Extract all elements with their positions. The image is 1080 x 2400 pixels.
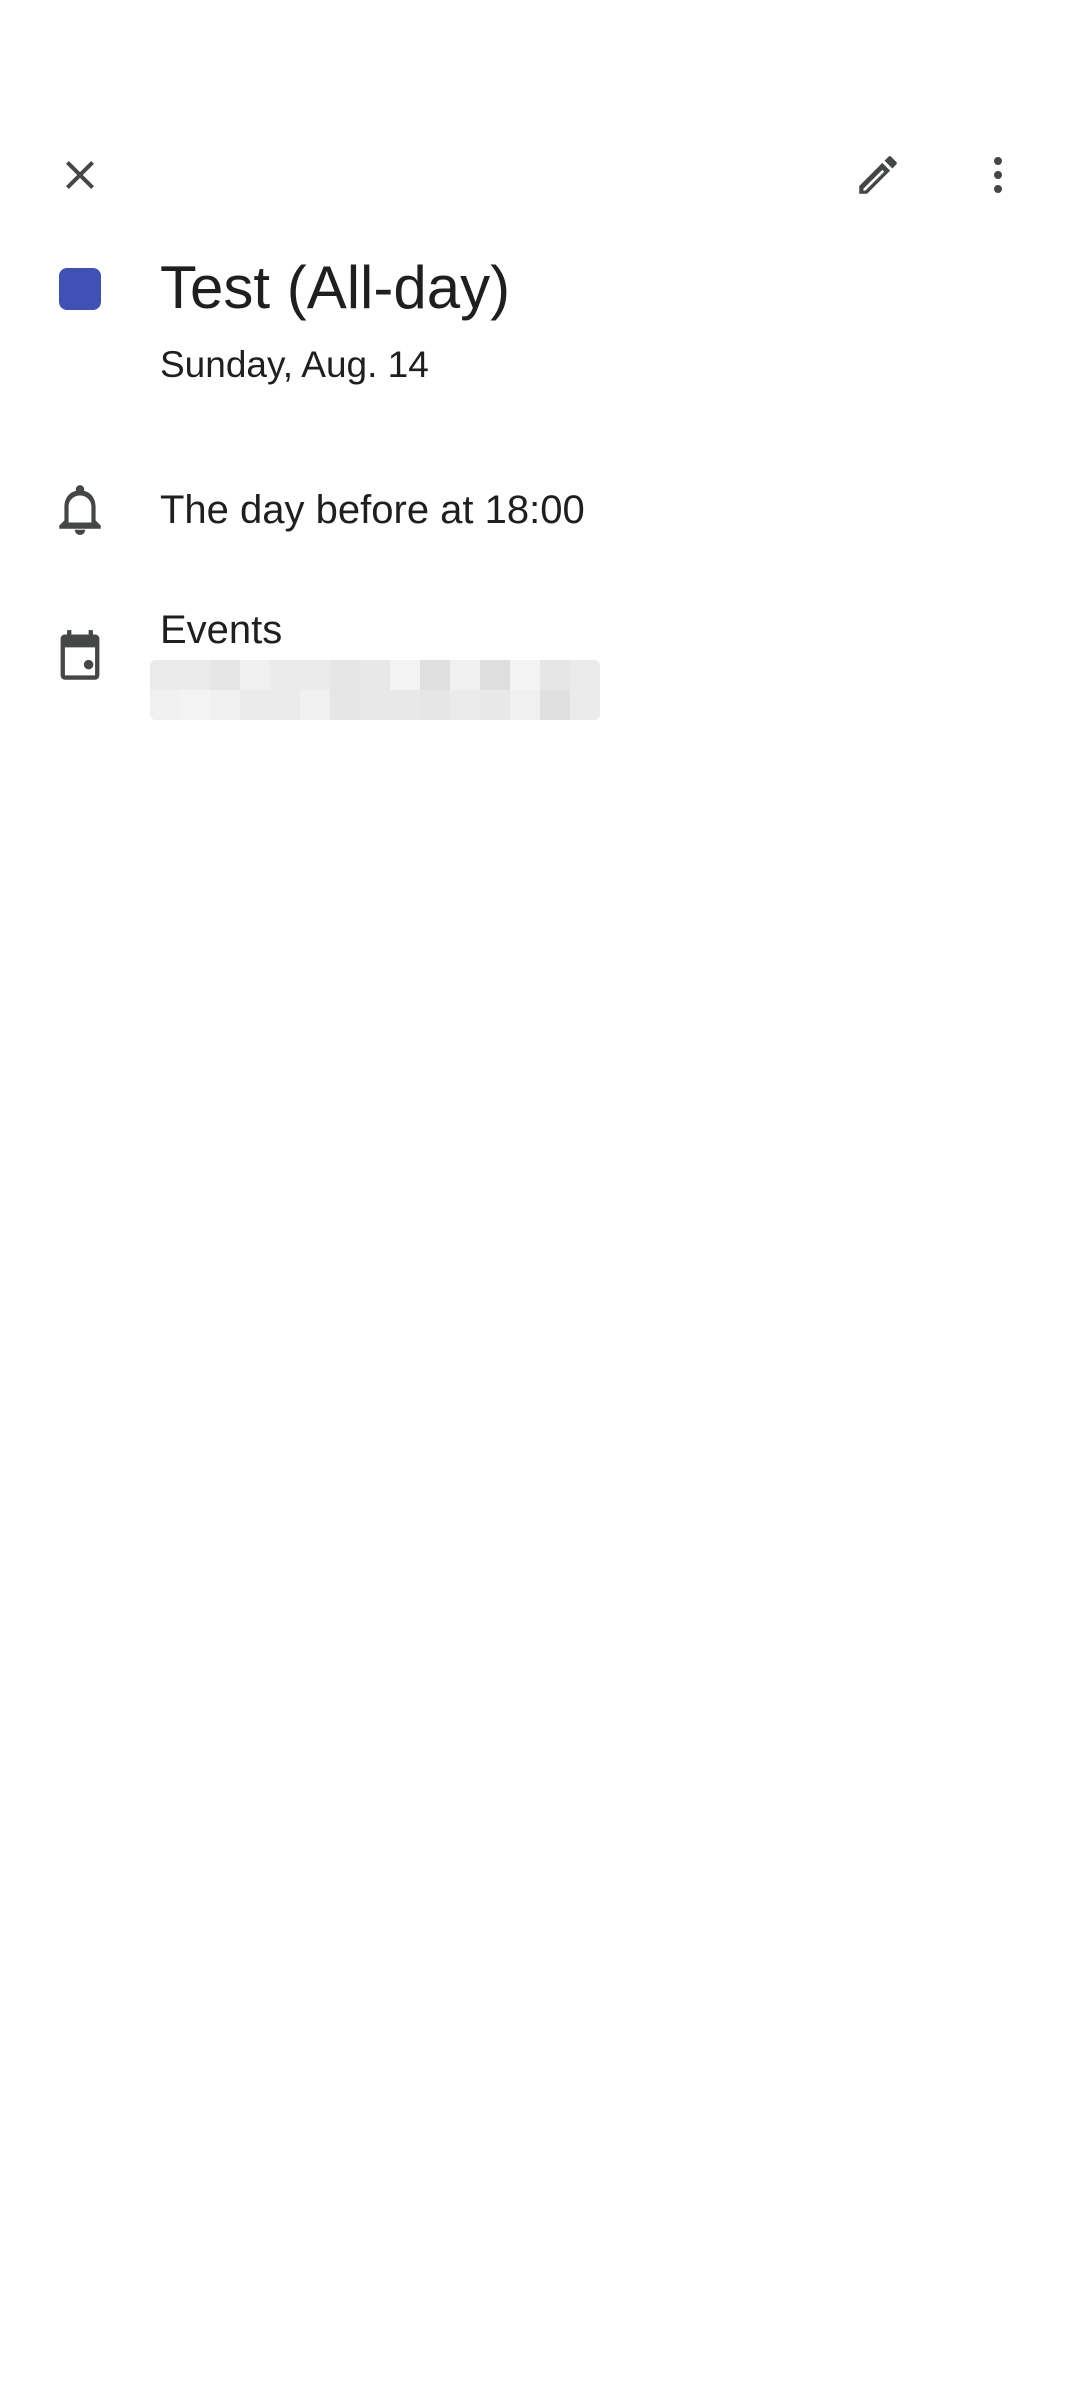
- redaction-pixel: [570, 690, 600, 720]
- redaction-pixel: [390, 690, 420, 720]
- redaction-pixel: [570, 660, 600, 690]
- reminder-icon-wrap: [50, 480, 110, 540]
- reminder-text[interactable]: The day before at 18:00: [160, 483, 585, 537]
- more-options-button[interactable]: [950, 127, 1046, 223]
- redaction-pixel: [510, 690, 540, 720]
- redaction-pixel: [330, 690, 360, 720]
- redaction-pixel: [240, 690, 270, 720]
- redaction-pixel: [480, 690, 510, 720]
- redaction-pixel: [450, 690, 480, 720]
- redaction-pixel: [510, 660, 540, 690]
- redaction-pixel: [210, 660, 240, 690]
- calendar-account-redacted: [150, 660, 600, 720]
- redaction-pixel: [330, 660, 360, 690]
- redaction-pixel: [450, 660, 480, 690]
- bell-icon: [59, 485, 101, 535]
- redaction-pixel: [420, 690, 450, 720]
- more-vert-icon: [994, 157, 1002, 193]
- calendar-name: Events: [160, 608, 283, 652]
- event-details-screen: Test (All-day) Sunday, Aug. 14 The day b…: [0, 0, 1080, 2400]
- event-title: Test (All-day): [160, 254, 511, 321]
- redaction-pixel: [360, 660, 390, 690]
- edit-button[interactable]: [830, 127, 926, 223]
- close-button[interactable]: [32, 127, 128, 223]
- redaction-pixel: [210, 690, 240, 720]
- event-date: Sunday, Aug. 14: [160, 344, 429, 385]
- pencil-icon: [859, 156, 897, 194]
- redaction-pixel: [420, 660, 450, 690]
- event-color-chip: [59, 268, 101, 310]
- redaction-pixel: [270, 660, 300, 690]
- redaction-pixel: [300, 690, 330, 720]
- redaction-pixel: [180, 690, 210, 720]
- redaction-pixel: [360, 690, 390, 720]
- redaction-pixel: [150, 690, 180, 720]
- redaction-pixel: [540, 660, 570, 690]
- redaction-pixel: [270, 690, 300, 720]
- close-icon: [66, 161, 94, 189]
- redaction-pixel: [150, 660, 180, 690]
- calendar-icon: [60, 630, 100, 680]
- redaction-pixel: [240, 660, 270, 690]
- redaction-pixel: [540, 690, 570, 720]
- calendar-icon-wrap: [50, 626, 110, 686]
- top-app-bar: [0, 120, 1080, 230]
- redaction-pixel: [300, 660, 330, 690]
- redaction-pixel: [480, 660, 510, 690]
- redaction-pixel: [180, 660, 210, 690]
- redaction-pixel: [390, 660, 420, 690]
